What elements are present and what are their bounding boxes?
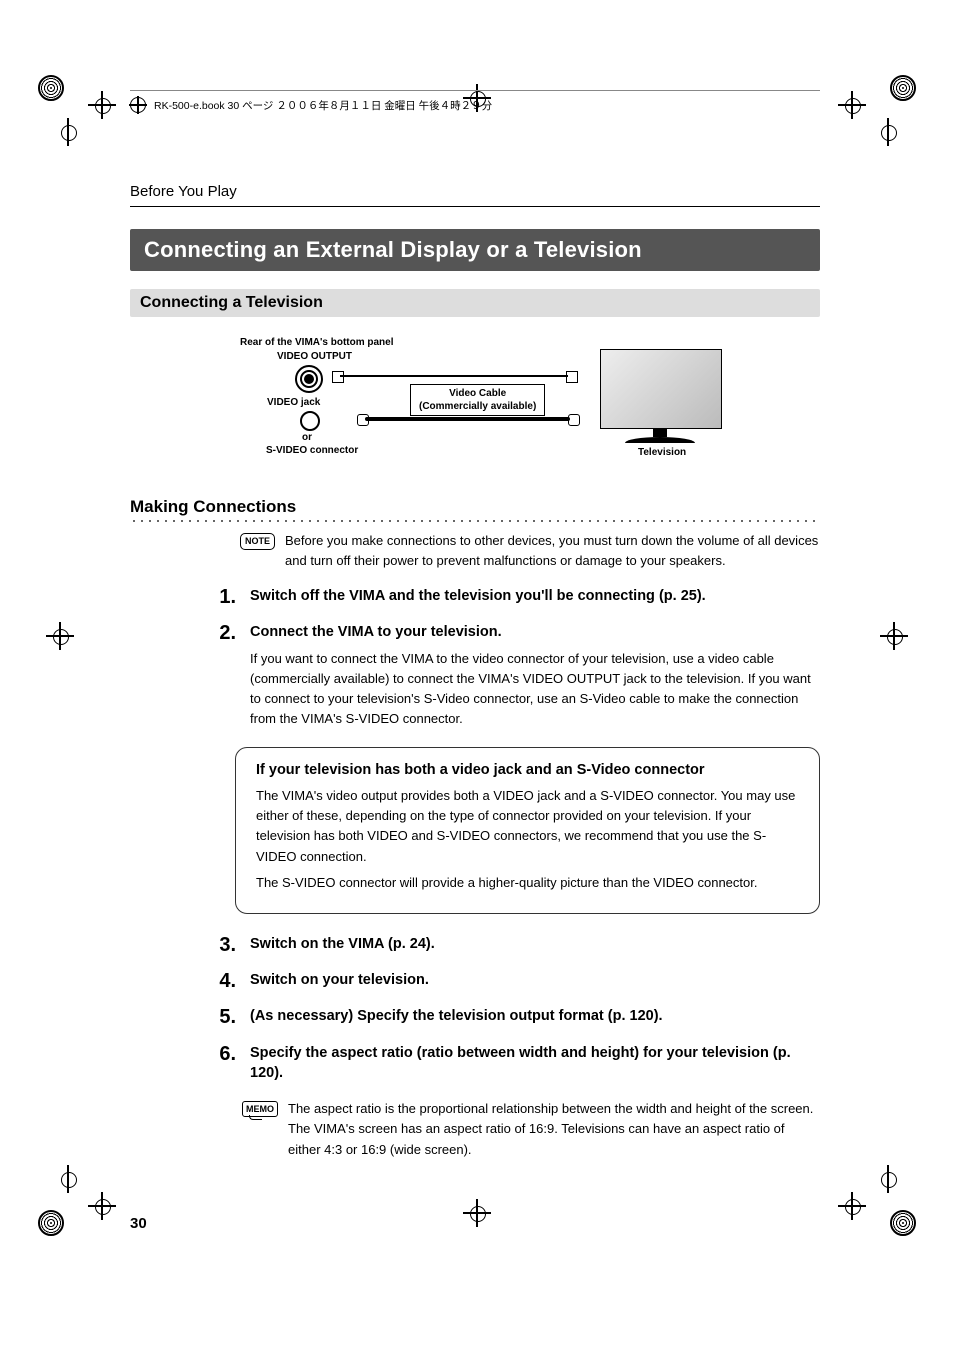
note-badge-icon: NOTE — [240, 533, 275, 550]
step-3: 3 Switch on the VIMA (p. 24). — [208, 934, 820, 960]
step-number: 5 — [208, 1006, 236, 1032]
step-title: Switch on your television. — [250, 970, 820, 990]
crop-mark-icon — [884, 626, 904, 646]
crop-mark-icon — [878, 1167, 896, 1191]
cable-line-icon — [340, 375, 568, 377]
step-1: 1 Switch off the VIMA and the television… — [208, 586, 820, 612]
plug-icon — [357, 414, 369, 426]
crop-mark-icon — [58, 1167, 76, 1191]
crop-mark-icon — [878, 120, 896, 144]
cable-line-icon — [365, 417, 570, 421]
cable-label: Video Cable — [419, 387, 536, 400]
diagram-label: or — [302, 432, 312, 443]
step-number: 6 — [208, 1043, 236, 1090]
cable-sublabel: (Commercially available) — [419, 400, 536, 413]
crop-mark-icon — [58, 120, 76, 144]
file-header: RK-500-e.book 30 ページ ２００６年８月１１日 金曜日 午後４時… — [130, 90, 820, 113]
diagram-label: VIDEO jack — [267, 397, 320, 408]
connection-diagram: Rear of the VIMA's bottom panel VIDEO OU… — [240, 337, 820, 487]
step-title: Specify the aspect ratio (ratio between … — [250, 1043, 820, 1084]
page-content: RK-500-e.book 30 ページ ２００６年８月１１日 金曜日 午後４時… — [130, 90, 820, 1160]
plug-icon — [332, 371, 344, 383]
dotted-divider — [130, 519, 820, 523]
registration-mark-icon — [38, 1210, 64, 1236]
registration-mark-icon — [38, 75, 64, 101]
callout-title: If your television has both a video jack… — [256, 762, 799, 778]
step-title: Switch off the VIMA and the television y… — [250, 586, 820, 606]
diagram-label: Video Cable (Commercially available) — [410, 384, 545, 416]
step-text: If you want to connect the VIMA to the v… — [250, 649, 820, 730]
breadcrumb: Before You Play — [130, 183, 820, 200]
step-5: 5 (As necessary) Specify the television … — [208, 1006, 820, 1032]
plug-icon — [566, 371, 578, 383]
step-title: (As necessary) Specify the television ou… — [250, 1006, 820, 1026]
callout-text: The S-VIDEO connector will provide a hig… — [256, 873, 799, 893]
step-title: Connect the VIMA to your television. — [250, 622, 820, 642]
tv-icon — [600, 349, 720, 443]
step-title: Switch on the VIMA (p. 24). — [250, 934, 820, 954]
divider — [130, 206, 820, 207]
crop-mark-icon — [92, 1196, 112, 1216]
jack-icon — [295, 365, 323, 393]
note-block: NOTE Before you make connections to othe… — [240, 531, 820, 570]
section-title: Connecting an External Display or a Tele… — [130, 229, 820, 271]
memo-badge-icon: MEMO — [242, 1101, 278, 1117]
crop-mark-icon — [92, 95, 112, 115]
subsection-title: Connecting a Television — [130, 289, 820, 317]
step-6: 6 Specify the aspect ratio (ratio betwee… — [208, 1043, 820, 1090]
memo-block: MEMO The aspect ratio is the proportiona… — [242, 1099, 820, 1159]
crop-mark-icon — [842, 1196, 862, 1216]
step-number: 1 — [208, 586, 236, 612]
page-number: 30 — [130, 1215, 147, 1232]
crop-mark-icon — [467, 1203, 487, 1223]
crop-mark-icon — [50, 626, 70, 646]
step-number: 4 — [208, 970, 236, 996]
plug-icon — [568, 414, 580, 426]
file-header-text: RK-500-e.book 30 ページ ２００６年８月１１日 金曜日 午後４時… — [154, 98, 492, 113]
jack-icon — [300, 411, 320, 431]
diagram-label: Rear of the VIMA's bottom panel — [240, 337, 394, 348]
subheading: Making Connections — [130, 497, 820, 517]
registration-mark-icon — [890, 1210, 916, 1236]
registration-mark-icon — [890, 75, 916, 101]
diagram-label: Television — [638, 447, 686, 458]
crop-mark-icon — [842, 95, 862, 115]
step-2: 2 Connect the VIMA to your television. I… — [208, 622, 820, 735]
callout-text: The VIMA's video output provides both a … — [256, 786, 799, 867]
step-number: 3 — [208, 934, 236, 960]
callout-box: If your television has both a video jack… — [235, 747, 820, 914]
step-4: 4 Switch on your television. — [208, 970, 820, 996]
diagram-label: VIDEO OUTPUT — [277, 351, 352, 362]
diagram-label: S-VIDEO connector — [266, 445, 358, 456]
note-text: Before you make connections to other dev… — [285, 531, 820, 570]
step-number: 2 — [208, 622, 236, 735]
target-icon — [130, 97, 146, 113]
memo-text: The aspect ratio is the proportional rel… — [288, 1099, 820, 1159]
